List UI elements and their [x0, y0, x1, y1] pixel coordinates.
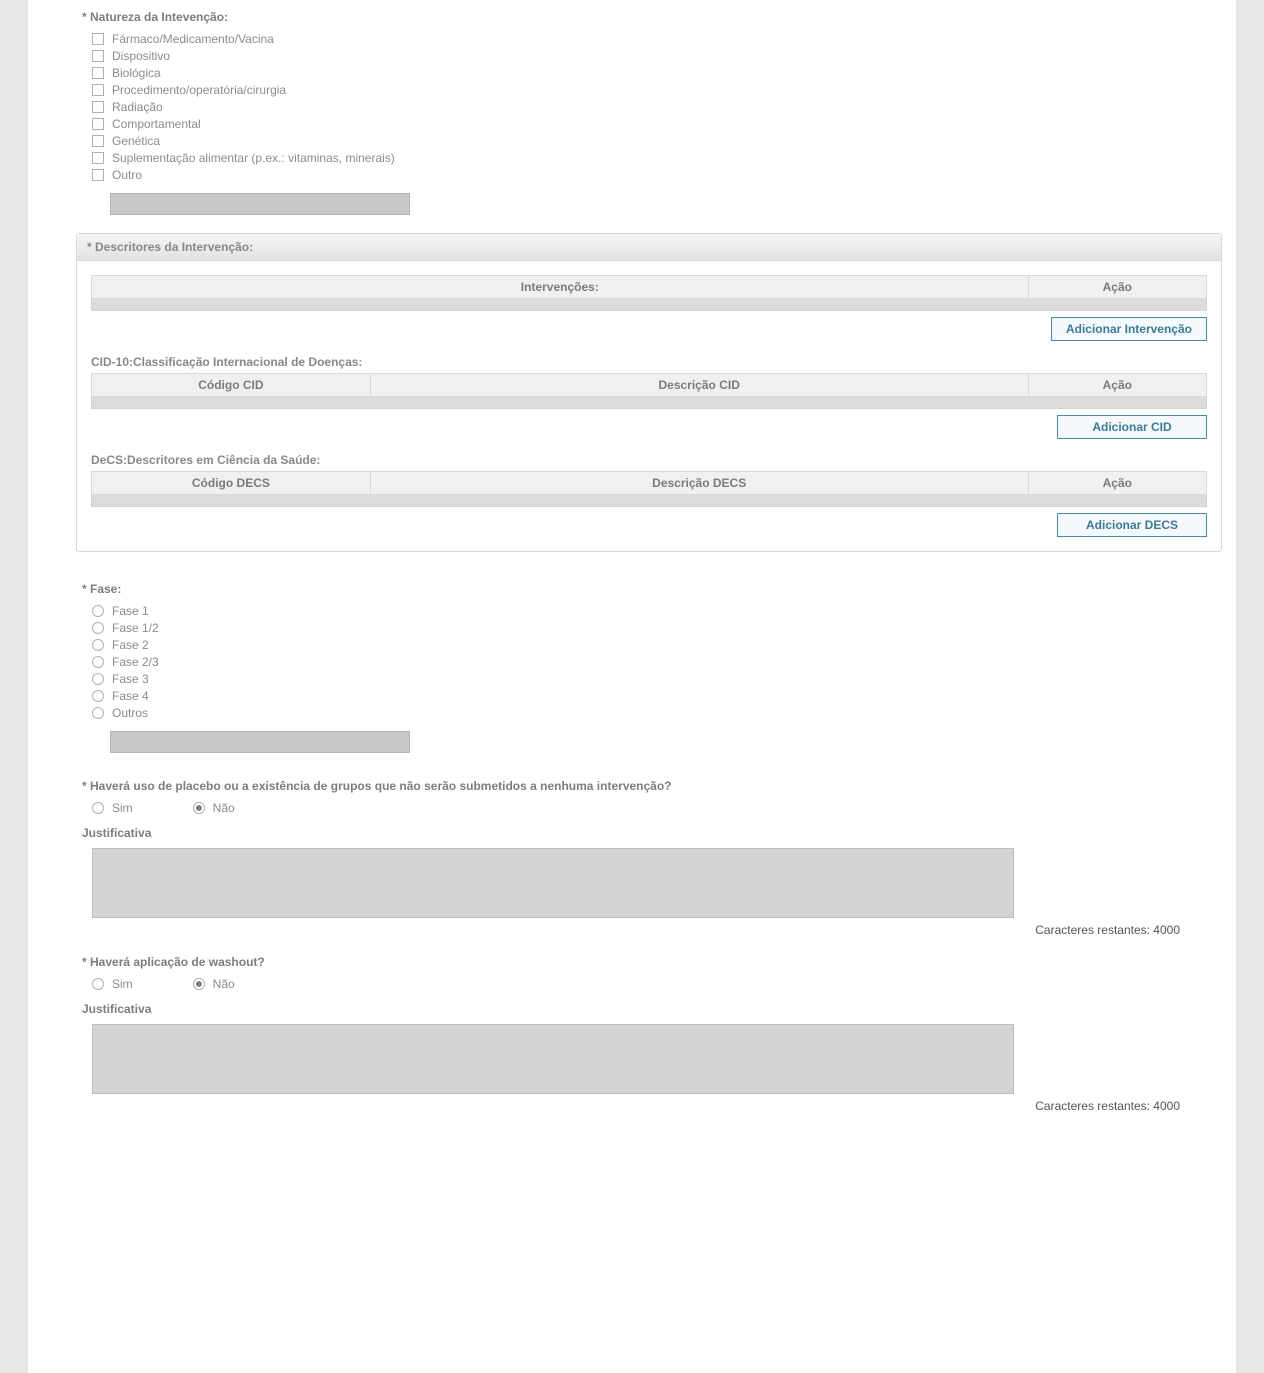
nature-opt-label: Dispositivo [112, 49, 170, 63]
fase-opt-label: Fase 2 [112, 638, 149, 652]
acao-th: Ação [1028, 374, 1206, 397]
fase-other-input[interactable] [110, 731, 410, 753]
fase-opt-label: Outros [112, 706, 148, 720]
nature-other-input[interactable] [110, 193, 410, 215]
fase-opt-5[interactable] [92, 690, 104, 702]
nature-opt-3[interactable] [92, 84, 104, 96]
nature-opt-label: Radiação [112, 100, 163, 114]
fase-opt-label: Fase 2/3 [112, 655, 159, 669]
cid-th2: Descrição CID [370, 374, 1028, 397]
acao-th: Ação [1028, 276, 1206, 299]
nature-opt-4[interactable] [92, 101, 104, 113]
add-decs-button[interactable]: Adicionar DECS [1057, 513, 1207, 537]
nature-opt-label: Suplementação alimentar (p.ex.: vitamina… [112, 151, 395, 165]
placebo-no-label: Não [213, 801, 235, 815]
fase-opt-label: Fase 1 [112, 604, 149, 618]
fase-opt-label: Fase 4 [112, 689, 149, 703]
placebo-no[interactable] [193, 802, 205, 814]
add-cid-button[interactable]: Adicionar CID [1057, 415, 1207, 439]
nature-opt-label: Procedimento/operatória/cirurgia [112, 83, 286, 97]
placebo-char-count: Caracteres restantes: 4000 [82, 923, 1180, 937]
placebo-justificativa[interactable] [92, 848, 1014, 918]
fase-opt-3[interactable] [92, 656, 104, 668]
decs-th2: Descrição DECS [370, 472, 1028, 495]
table-row [92, 397, 1207, 409]
decs-title: DeCS:Descritores em Ciência da Saúde: [91, 453, 1207, 467]
cid-table: Código CID Descrição CID Ação [91, 373, 1207, 409]
nature-opt-0[interactable] [92, 33, 104, 45]
intervencoes-table: Intervenções: Ação [91, 275, 1207, 311]
nature-label: * Natureza da Intevenção: [82, 10, 1206, 24]
nature-opt-8[interactable] [92, 169, 104, 181]
nature-opt-6[interactable] [92, 135, 104, 147]
washout-char-count: Caracteres restantes: 4000 [82, 1099, 1180, 1113]
placebo-just-label: Justificativa [82, 826, 1206, 840]
nature-opt-2[interactable] [92, 67, 104, 79]
nature-opt-label: Genética [112, 134, 160, 148]
fase-label: * Fase: [82, 582, 1206, 596]
table-row [92, 495, 1207, 507]
washout-yes-label: Sim [112, 977, 133, 991]
washout-justificativa[interactable] [92, 1024, 1014, 1094]
washout-just-label: Justificativa [82, 1002, 1206, 1016]
washout-yes[interactable] [92, 978, 104, 990]
descritores-panel: * Descritores da Intervenção: Intervençõ… [76, 233, 1222, 552]
washout-label: * Haverá aplicação de washout? [82, 955, 1206, 969]
fase-opt-1[interactable] [92, 622, 104, 634]
nature-opt-label: Outro [112, 168, 142, 182]
fase-opt-label: Fase 1/2 [112, 621, 159, 635]
fase-opt-label: Fase 3 [112, 672, 149, 686]
washout-no-label: Não [213, 977, 235, 991]
decs-th1: Código DECS [92, 472, 371, 495]
cid-title: CID-10:Classificação Internacional de Do… [91, 355, 1207, 369]
nature-opt-1[interactable] [92, 50, 104, 62]
nature-opt-label: Comportamental [112, 117, 201, 131]
acao-th: Ação [1028, 472, 1206, 495]
add-intervencao-button[interactable]: Adicionar Intervenção [1051, 317, 1207, 341]
placebo-label: * Haverá uso de placebo ou a existência … [82, 779, 1206, 793]
fase-opt-2[interactable] [92, 639, 104, 651]
intervencoes-th: Intervenções: [92, 276, 1029, 299]
nature-opt-7[interactable] [92, 152, 104, 164]
fase-opt-4[interactable] [92, 673, 104, 685]
nature-opt-label: Biológica [112, 66, 161, 80]
placebo-yes-label: Sim [112, 801, 133, 815]
fase-opt-6[interactable] [92, 707, 104, 719]
fase-opt-0[interactable] [92, 605, 104, 617]
nature-opt-5[interactable] [92, 118, 104, 130]
placebo-yes[interactable] [92, 802, 104, 814]
descritores-header: * Descritores da Intervenção: [77, 234, 1221, 261]
decs-table: Código DECS Descrição DECS Ação [91, 471, 1207, 507]
nature-opt-label: Fármaco/Medicamento/Vacina [112, 32, 274, 46]
washout-no[interactable] [193, 978, 205, 990]
table-row [92, 299, 1207, 311]
cid-th1: Código CID [92, 374, 371, 397]
